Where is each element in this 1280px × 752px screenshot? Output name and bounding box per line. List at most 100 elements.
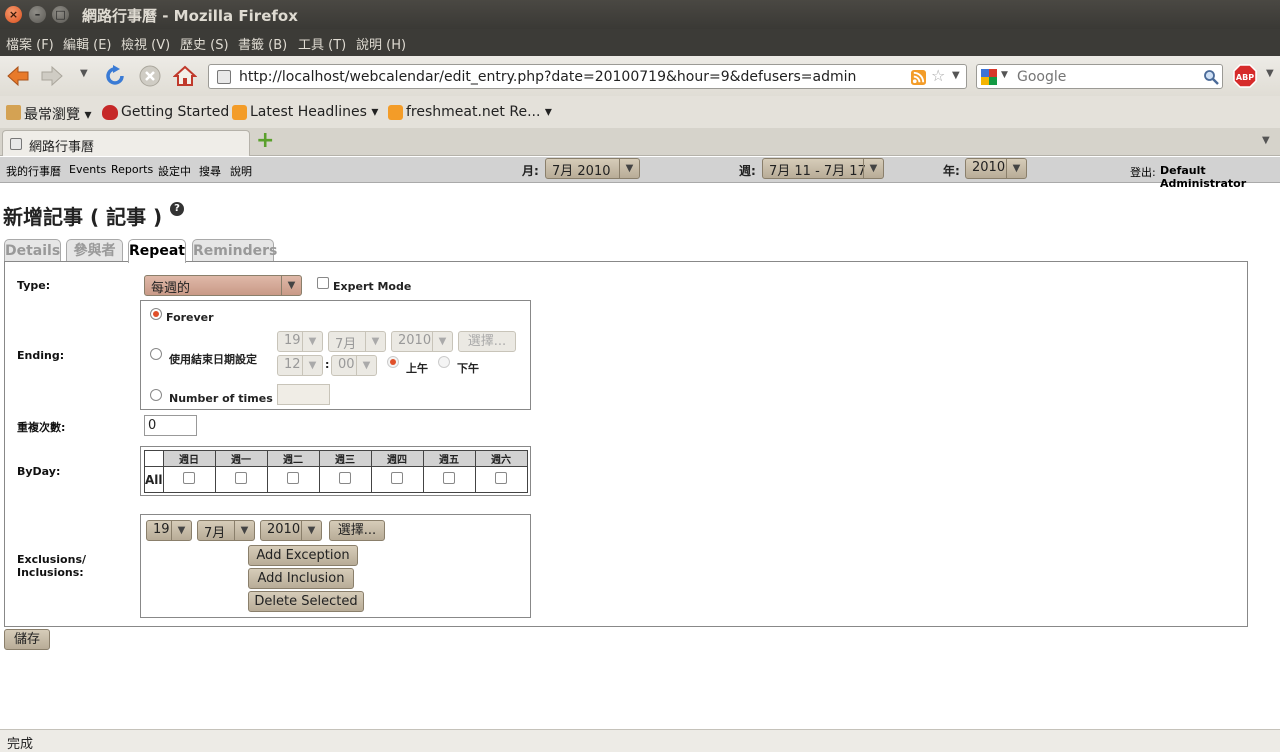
history-dropdown-icon[interactable]: ▼ — [80, 68, 88, 79]
byday-saturday-checkbox[interactable] — [495, 471, 508, 484]
window-maximize-icon[interactable]: □ — [52, 6, 69, 23]
toolbar-overflow-icon[interactable]: ▼ — [1266, 68, 1274, 79]
week-select[interactable]: 7月 11 - 7月 17 ▼ — [762, 158, 884, 179]
nav-reports[interactable]: Reports — [111, 163, 153, 176]
reload-icon[interactable] — [103, 64, 127, 88]
logout-label[interactable]: 登出: — [1130, 164, 1156, 180]
url-dropdown-icon[interactable]: ▼ — [952, 70, 960, 81]
exclusion-day-select[interactable]: 19 ▼ — [146, 520, 192, 541]
use-end-date-radio[interactable] — [150, 348, 162, 360]
byday-monday-checkbox[interactable] — [235, 471, 248, 484]
end-day-select[interactable]: 19 ▼ — [277, 331, 323, 352]
search-input[interactable] — [1017, 68, 1197, 86]
tab-participants[interactable]: 參與者 — [66, 239, 123, 262]
type-select-value: 每週的 — [151, 281, 191, 296]
chevron-down-icon: ▼ — [234, 521, 254, 540]
window-close-icon[interactable]: × — [5, 6, 22, 23]
byday-cell — [474, 466, 528, 493]
bookmark-most-visited[interactable]: 最常瀏覽 ▾ — [24, 104, 91, 124]
end-hour-value: 12 — [284, 357, 301, 372]
end-minute-value: 00 — [338, 357, 355, 372]
chevron-down-icon: ▼ — [619, 159, 639, 178]
save-button[interactable]: 儲存 — [4, 629, 50, 650]
nav-help[interactable]: 說明 — [230, 163, 252, 179]
current-user: Default Administrator — [1160, 164, 1247, 190]
window-titlebar: × – □ 網路行事曆 - Mozilla Firefox — [0, 0, 1280, 29]
byday-thursday-checkbox[interactable] — [391, 471, 404, 484]
chevron-down-icon: ▼ — [281, 276, 301, 295]
help-icon[interactable]: ? — [170, 202, 184, 216]
search-magnifier-icon[interactable] — [1203, 69, 1219, 85]
window-minimize-icon[interactable]: – — [29, 6, 46, 23]
exclusion-choose-button[interactable]: 選擇... — [329, 520, 385, 541]
month-select[interactable]: 7月 2010 ▼ — [545, 158, 640, 179]
menu-history[interactable]: 歷史 (S) — [180, 34, 229, 53]
byday-cell — [318, 466, 372, 493]
bookmark-latest-headlines[interactable]: Latest Headlines ▾ — [250, 104, 378, 120]
number-of-times-input[interactable] — [277, 384, 330, 405]
google-engine-icon[interactable] — [981, 69, 997, 85]
expert-mode-checkbox[interactable] — [317, 277, 329, 289]
menu-file[interactable]: 檔案 (F) — [6, 34, 54, 53]
url-bar[interactable]: http://localhost/webcalendar/edit_entry.… — [208, 64, 967, 89]
nav-events[interactable]: Events — [69, 163, 106, 176]
url-text[interactable]: http://localhost/webcalendar/edit_entry.… — [239, 69, 856, 85]
exclusion-month-select[interactable]: 7月 ▼ — [197, 520, 255, 541]
end-month-select[interactable]: 7月 ▼ — [328, 331, 386, 352]
end-hour-select[interactable]: 12 ▼ — [277, 355, 323, 376]
year-select[interactable]: 2010 ▼ — [965, 158, 1027, 179]
home-icon[interactable] — [173, 64, 197, 88]
end-minute-select[interactable]: 00 ▼ — [331, 355, 377, 376]
menu-edit[interactable]: 編輯 (E) — [63, 34, 112, 53]
byday-friday: 週五 — [422, 450, 476, 467]
add-inclusion-button[interactable]: Add Inclusion — [248, 568, 354, 589]
type-select[interactable]: 每週的 ▼ — [144, 275, 302, 296]
nav-search[interactable]: 搜尋 — [199, 163, 221, 179]
pm-label: 下午 — [457, 362, 479, 375]
tab-repeat[interactable]: Repeat — [128, 239, 186, 263]
bookmark-star-icon[interactable]: ☆ — [931, 66, 945, 85]
tab-list-dropdown-icon[interactable]: ▼ — [1262, 135, 1270, 146]
am-radio[interactable] — [387, 356, 399, 368]
nav-settings[interactable]: 設定中 — [158, 163, 191, 179]
byday-tuesday-checkbox[interactable] — [287, 471, 300, 484]
bookmark-getting-started[interactable]: Getting Started — [121, 104, 229, 120]
exclusion-year-select[interactable]: 2010 ▼ — [260, 520, 322, 541]
menu-bookmarks[interactable]: 書籤 (B) — [238, 34, 287, 53]
byday-wednesday-checkbox[interactable] — [339, 471, 352, 484]
month-label: 月: — [522, 164, 539, 178]
chevron-down-icon: ▼ — [1006, 159, 1026, 178]
rss-feed-icon[interactable] — [911, 70, 926, 85]
menu-tools[interactable]: 工具 (T) — [298, 34, 346, 53]
forever-radio[interactable] — [150, 308, 162, 320]
search-bar[interactable]: ▼ — [976, 64, 1223, 89]
nav-my-calendar[interactable]: 我的行事曆 — [6, 163, 61, 179]
byday-friday-checkbox[interactable] — [443, 471, 456, 484]
rss-feed-icon — [232, 105, 247, 120]
site-identity-icon[interactable] — [217, 70, 231, 84]
menu-view[interactable]: 檢視 (V) — [121, 34, 170, 53]
adblock-plus-icon[interactable]: ABP — [1233, 64, 1257, 88]
forward-icon[interactable] — [40, 64, 64, 88]
add-exception-button[interactable]: Add Exception — [248, 545, 358, 566]
search-engine-dropdown-icon[interactable]: ▼ — [1001, 70, 1008, 80]
tab-details[interactable]: Details — [4, 239, 61, 262]
bookmark-freshmeat[interactable]: freshmeat.net Re... ▾ — [406, 104, 552, 120]
browser-tab[interactable]: 網路行事曆 — [2, 130, 250, 156]
repeat-count-input[interactable]: 0 — [144, 415, 197, 436]
byday-sunday: 週日 — [162, 450, 216, 467]
back-icon[interactable] — [6, 64, 30, 88]
byday-cell — [162, 466, 216, 493]
number-of-times-radio[interactable] — [150, 389, 162, 401]
week-select-value: 7月 11 - 7月 17 — [769, 164, 866, 179]
end-date-choose-button[interactable]: 選擇... — [458, 331, 516, 352]
menu-help[interactable]: 說明 (H) — [356, 34, 406, 53]
pm-radio[interactable] — [438, 356, 450, 368]
byday-sunday-checkbox[interactable] — [183, 471, 196, 484]
delete-selected-button[interactable]: Delete Selected — [248, 591, 364, 612]
end-year-select[interactable]: 2010 ▼ — [391, 331, 453, 352]
new-tab-icon[interactable]: + — [256, 128, 274, 153]
stop-icon[interactable] — [138, 64, 162, 88]
tab-reminders[interactable]: Reminders — [192, 239, 277, 262]
firefox-logo-icon — [102, 105, 118, 120]
